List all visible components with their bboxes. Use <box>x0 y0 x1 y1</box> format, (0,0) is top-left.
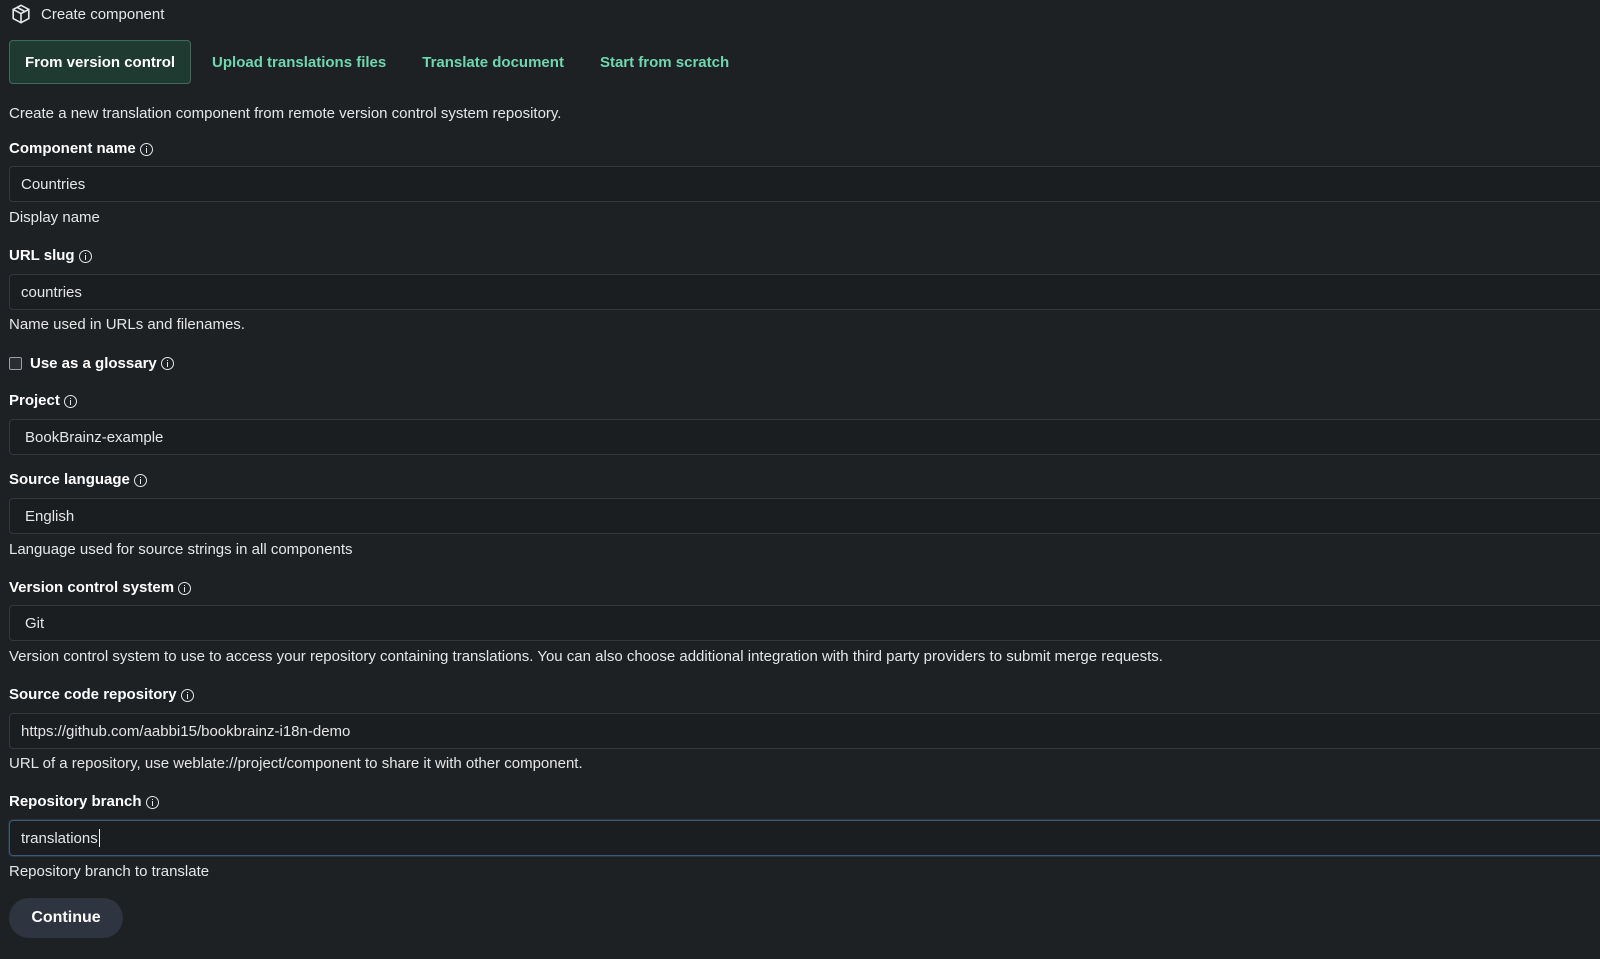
branch-label: Repository branch <box>9 792 159 812</box>
project-select[interactable]: BookBrainz-example <box>9 419 1600 455</box>
component-name-label: Component name <box>9 139 153 159</box>
component-source-tabs: From version control Upload translations… <box>9 40 744 84</box>
url-slug-label-text: URL slug <box>9 247 75 264</box>
continue-button[interactable]: Continue <box>9 898 123 938</box>
branch-input[interactable]: translations <box>9 820 1600 856</box>
repo-label: Source code repository <box>9 685 194 705</box>
tab-start-from-scratch[interactable]: Start from scratch <box>585 40 744 84</box>
info-icon[interactable] <box>160 356 174 370</box>
info-icon[interactable] <box>178 581 192 595</box>
component-name-value: Countries <box>21 175 86 193</box>
vcs-label: Version control system <box>9 578 192 598</box>
page-header: Create component <box>10 3 164 25</box>
tab-from-version-control[interactable]: From version control <box>9 40 192 84</box>
branch-help: Repository branch to translate <box>9 863 210 880</box>
project-value: BookBrainz-example <box>25 428 164 446</box>
vcs-select[interactable]: Git <box>9 605 1600 641</box>
component-name-label-text: Component name <box>9 140 136 157</box>
repo-label-text: Source code repository <box>9 686 177 703</box>
intro-text: Create a new translation component from … <box>9 105 562 122</box>
page-title: Create component <box>41 5 165 23</box>
vcs-label-text: Version control system <box>9 579 175 596</box>
info-icon[interactable] <box>145 795 159 809</box>
info-icon[interactable] <box>63 394 77 408</box>
text-cursor <box>98 829 100 847</box>
repo-help: URL of a repository, use weblate://proje… <box>9 755 583 772</box>
info-icon[interactable] <box>78 249 92 263</box>
component-name-input[interactable]: Countries <box>9 166 1600 202</box>
glossary-label[interactable]: Use as a glossary <box>30 355 157 372</box>
info-icon[interactable] <box>180 688 194 702</box>
repo-url-value: https://github.com/aabbi15/bookbrainz-i1… <box>21 722 351 740</box>
glossary-checkbox[interactable] <box>9 356 22 370</box>
repo-url-input[interactable]: https://github.com/aabbi15/bookbrainz-i1… <box>9 713 1600 749</box>
component-name-help: Display name <box>9 209 100 226</box>
project-label: Project <box>9 391 77 411</box>
info-icon[interactable] <box>139 142 153 156</box>
url-slug-input[interactable]: countries <box>9 274 1600 310</box>
project-label-text: Project <box>9 392 60 409</box>
tab-upload-translations-files[interactable]: Upload translations files <box>197 40 401 84</box>
url-slug-label: URL slug <box>9 246 92 266</box>
cube-icon <box>12 4 30 24</box>
source-language-help: Language used for source strings in all … <box>9 541 353 558</box>
source-language-label-text: Source language <box>9 471 130 488</box>
tab-translate-document[interactable]: Translate document <box>407 40 579 84</box>
url-slug-value: countries <box>21 283 82 301</box>
source-language-value: English <box>25 507 75 525</box>
source-language-label: Source language <box>9 470 147 490</box>
source-language-select[interactable]: English <box>9 498 1600 534</box>
glossary-row: Use as a glossary <box>9 353 174 373</box>
vcs-value: Git <box>25 614 45 632</box>
branch-label-text: Repository branch <box>9 793 142 810</box>
vcs-help: Version control system to use to access … <box>9 648 1163 665</box>
branch-value: translations <box>21 829 98 847</box>
info-icon[interactable] <box>133 473 147 487</box>
url-slug-help: Name used in URLs and filenames. <box>9 316 245 333</box>
